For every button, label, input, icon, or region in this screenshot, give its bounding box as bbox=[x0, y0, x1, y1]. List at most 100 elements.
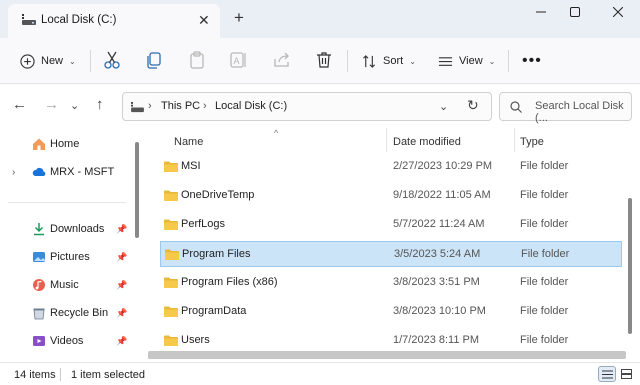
sidebar-item-home[interactable]: Home bbox=[0, 132, 130, 156]
file-date: 3/8/2023 3:51 PM bbox=[393, 276, 480, 288]
folder-icon bbox=[164, 306, 178, 317]
column-divider[interactable] bbox=[514, 128, 515, 152]
sort-label: Sort bbox=[383, 55, 404, 67]
pin-icon: 📌 bbox=[116, 307, 128, 318]
table-row[interactable]: MSI 2/27/2023 10:29 PM File folder bbox=[160, 154, 622, 180]
column-header-date[interactable]: Date modified bbox=[393, 136, 461, 148]
cloud-icon bbox=[32, 167, 46, 176]
column-divider[interactable] bbox=[386, 128, 387, 152]
table-row[interactable]: Program Files (x86) 3/8/2023 3:51 PM File … bbox=[160, 270, 622, 296]
new-button[interactable]: New ⌄ bbox=[20, 50, 76, 72]
copy-icon[interactable] bbox=[143, 49, 165, 71]
sidebar-item-label: Recycle Bin bbox=[50, 307, 109, 319]
file-type: File folder bbox=[520, 189, 569, 201]
sidebar-item-label: Home bbox=[50, 138, 80, 150]
view-label: View bbox=[459, 55, 483, 67]
sort-icon bbox=[363, 54, 376, 68]
search-box[interactable]: Search Local Disk (... bbox=[499, 92, 632, 124]
pictures-icon bbox=[33, 252, 45, 262]
forward-button[interactable]: → bbox=[44, 96, 59, 114]
sidebar-item-label: Music bbox=[50, 279, 79, 291]
tab-local-disk[interactable]: Local Disk (C:) ✕ bbox=[8, 4, 220, 38]
new-tab-button[interactable]: + bbox=[234, 9, 244, 27]
more-options-button[interactable]: ••• bbox=[522, 50, 542, 72]
details-view-button[interactable] bbox=[598, 366, 616, 382]
file-list-vertical-scrollbar[interactable] bbox=[628, 198, 632, 334]
file-type: File folder bbox=[520, 276, 569, 288]
table-row[interactable]: PerfLogs 5/7/2022 11:24 AM File folder bbox=[160, 212, 622, 238]
file-date: 3/5/2023 5:24 AM bbox=[394, 248, 481, 260]
recent-locations-button[interactable]: ⌄ bbox=[70, 96, 79, 115]
file-date: 2/27/2023 10:29 PM bbox=[393, 160, 493, 172]
file-type: File folder bbox=[520, 218, 569, 230]
divider bbox=[90, 50, 91, 72]
up-button[interactable]: ↑ bbox=[96, 96, 104, 114]
sidebar-item-mrx-msft[interactable]: › MRX - MSFT bbox=[0, 160, 130, 184]
breadcrumb-this-pc[interactable]: This PC bbox=[161, 100, 200, 112]
chevron-down-icon: ⌄ bbox=[70, 100, 80, 112]
file-type: File folder bbox=[520, 160, 569, 172]
file-type: File folder bbox=[520, 305, 569, 317]
file-name: Program Files bbox=[182, 248, 251, 260]
cut-icon[interactable] bbox=[101, 49, 123, 71]
back-button[interactable]: ← bbox=[12, 96, 27, 114]
column-header-name[interactable]: Name bbox=[174, 136, 203, 148]
download-icon bbox=[34, 223, 44, 236]
close-icon bbox=[612, 6, 624, 18]
file-name: ProgramData bbox=[181, 305, 247, 317]
tiles-view-button[interactable] bbox=[618, 366, 636, 382]
close-window-button[interactable] bbox=[603, 4, 633, 24]
file-name: Users bbox=[181, 334, 210, 346]
folder-icon bbox=[164, 161, 178, 172]
chevron-down-icon: ⌄ bbox=[488, 56, 496, 66]
new-label: New bbox=[41, 55, 64, 67]
share-icon[interactable] bbox=[271, 49, 293, 71]
sidebar-item-recycle-bin[interactable]: Recycle Bin 📌 bbox=[0, 301, 130, 325]
breadcrumb-local-disk[interactable]: Local Disk (C:) bbox=[215, 100, 287, 112]
command-bar: New ⌄ A Sort ⌄ View ⌄ ••• bbox=[0, 38, 640, 84]
sort-button[interactable]: Sort ⌄ bbox=[362, 50, 416, 72]
address-bar[interactable]: › This PC › Local Disk (C:) ⌄ ↻ bbox=[122, 92, 492, 121]
sidebar-item-downloads[interactable]: Downloads 📌 bbox=[0, 217, 130, 241]
refresh-icon[interactable]: ↻ bbox=[467, 97, 479, 114]
minimize-icon bbox=[536, 11, 546, 13]
file-date: 9/18/2022 11:05 AM bbox=[393, 189, 491, 201]
file-name: PerfLogs bbox=[181, 218, 226, 230]
home-icon bbox=[33, 138, 45, 150]
chevron-right-icon[interactable]: › bbox=[12, 167, 15, 178]
pin-icon: 📌 bbox=[116, 223, 128, 234]
close-tab-icon[interactable]: ✕ bbox=[198, 12, 210, 29]
minimize-button[interactable] bbox=[526, 4, 556, 24]
sort-ascending-icon: ^ bbox=[274, 128, 279, 138]
view-button[interactable]: View ⌄ bbox=[438, 50, 495, 72]
navigation-pane: Home › MRX - MSFT Downloads 📌 Pictures 📌… bbox=[0, 128, 143, 360]
folder-icon bbox=[164, 219, 178, 230]
table-row[interactable]: Program Files 3/5/2023 5:24 AM File folder bbox=[160, 241, 622, 267]
rename-icon[interactable]: A bbox=[227, 49, 249, 71]
paste-icon[interactable] bbox=[186, 49, 208, 71]
title-bar: Local Disk (C:) ✕ + bbox=[0, 0, 640, 38]
sidebar-item-label: Pictures bbox=[50, 251, 90, 263]
maximize-button[interactable] bbox=[560, 4, 590, 24]
delete-icon[interactable] bbox=[313, 49, 335, 71]
pin-icon: 📌 bbox=[116, 251, 128, 262]
table-row[interactable]: ProgramData 3/8/2023 10:10 PM File folder bbox=[160, 299, 622, 325]
column-header-type[interactable]: Type bbox=[520, 136, 544, 148]
address-dropdown-icon[interactable]: ⌄ bbox=[439, 100, 448, 113]
sidebar-item-videos[interactable]: Videos 📌 bbox=[0, 329, 130, 353]
file-date: 5/7/2022 11:24 AM bbox=[393, 218, 485, 230]
chevron-down-icon: ⌄ bbox=[409, 56, 416, 66]
table-row[interactable]: OneDriveTemp 9/18/2022 11:05 AM File folde… bbox=[160, 183, 622, 209]
chevron-down-icon: ⌄ bbox=[69, 56, 76, 66]
sidebar-item-pictures[interactable]: Pictures 📌 bbox=[0, 245, 130, 269]
folder-icon bbox=[164, 335, 178, 346]
sidebar-item-music[interactable]: Music 📌 bbox=[0, 273, 130, 297]
folder-icon bbox=[164, 190, 178, 201]
folder-icon bbox=[164, 277, 178, 288]
tab-title: Local Disk (C:) bbox=[41, 14, 117, 26]
divider bbox=[8, 202, 126, 203]
selection-count: 1 item selected bbox=[71, 369, 145, 381]
file-list-horizontal-scrollbar[interactable] bbox=[148, 351, 626, 359]
sidebar-scrollbar[interactable] bbox=[135, 142, 139, 238]
pin-icon: 📌 bbox=[116, 335, 128, 346]
